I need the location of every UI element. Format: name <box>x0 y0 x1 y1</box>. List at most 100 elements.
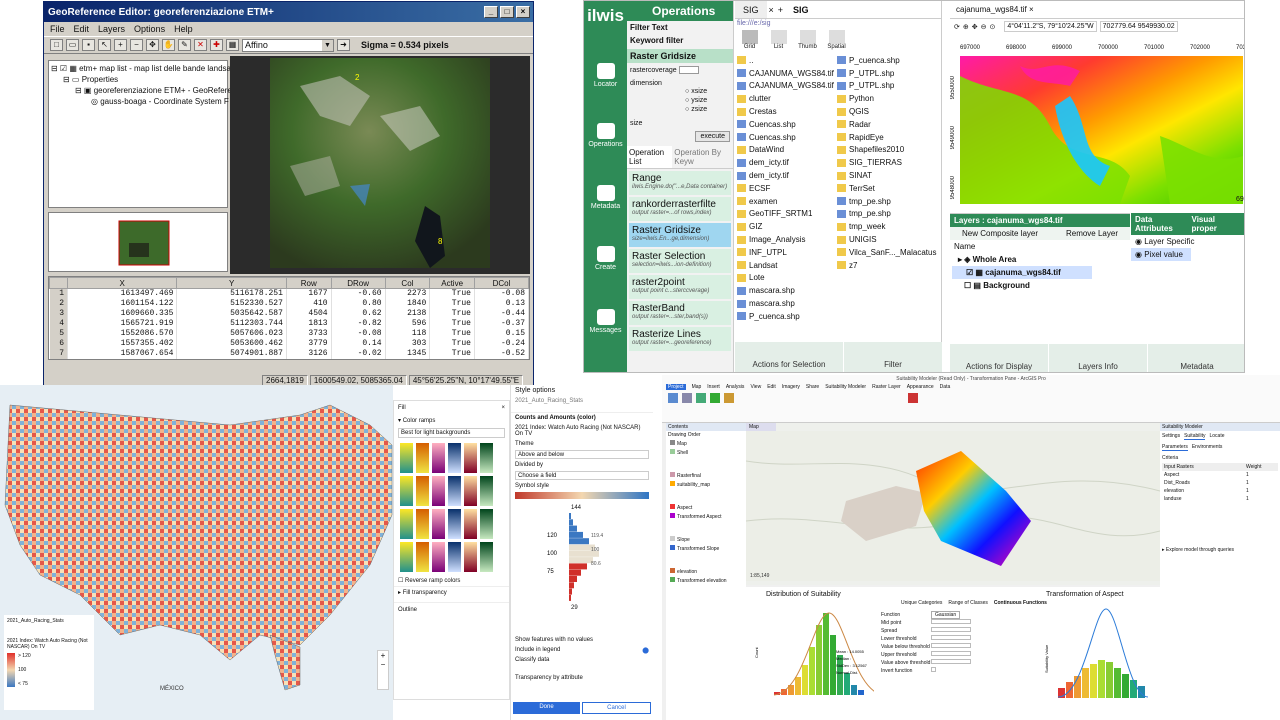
ramp-swatch[interactable] <box>416 542 429 572</box>
zoom-out-icon[interactable]: ⊖ <box>981 23 987 31</box>
histogram-chart[interactable]: 120 100 75 119.4 100 80.6 <box>539 513 619 605</box>
table-icon[interactable]: ▦ <box>226 39 239 51</box>
ramp-swatch[interactable] <box>480 443 493 473</box>
param-input[interactable] <box>931 667 936 672</box>
close-icon[interactable]: × <box>516 6 530 18</box>
zoom-extent-icon[interactable]: ⊙ <box>990 23 996 31</box>
layer-item[interactable]: Transformed elevation <box>666 576 746 585</box>
zoom-out-icon[interactable]: − <box>378 660 388 669</box>
file-item[interactable]: Landsat <box>737 259 837 272</box>
criteria-row[interactable]: Aspect 1 <box>1162 471 1278 479</box>
param-input[interactable] <box>931 627 971 632</box>
file-item[interactable]: P_cuenca.shp <box>837 54 937 67</box>
zoom-in-icon[interactable]: + <box>114 39 127 51</box>
layer-item[interactable]: Slope <box>666 535 746 544</box>
hist-tick[interactable]: 100 <box>547 551 558 557</box>
ramp-swatch[interactable] <box>464 476 477 506</box>
layer-background[interactable]: ☐ ▤ Background <box>950 279 1130 292</box>
ramp-swatch[interactable] <box>416 443 429 473</box>
function-tab[interactable]: Continuous Functions <box>994 599 1047 607</box>
calculate-icon[interactable] <box>724 393 734 403</box>
view-tab-thumb[interactable]: Thumb <box>795 30 820 50</box>
layer-raster[interactable]: ☑ ▦ cajanuma_wgs84.tif <box>952 266 1092 279</box>
file-item[interactable]: RapidEye <box>837 131 937 144</box>
execute-button[interactable]: execute <box>695 131 730 142</box>
delete-point-icon[interactable]: ✕ <box>194 39 207 51</box>
ribbon-tab[interactable]: Imagery <box>782 384 800 390</box>
table-row[interactable]: 1 1613497.469 5116178.251 1677 -0.60 2273 True… <box>49 288 529 299</box>
ramp-swatch[interactable] <box>448 542 461 572</box>
layer-item[interactable]: suitability_map <box>666 480 746 489</box>
file-item[interactable]: Vilca_SanF..._Malacatus <box>837 246 937 259</box>
file-item[interactable]: GIZ <box>737 220 837 233</box>
map-view[interactable]: Map 1:85,149 <box>745 423 1161 585</box>
file-item[interactable]: CAJANUMA_WGS84.tif <box>737 67 837 80</box>
col-header-index[interactable] <box>49 277 68 289</box>
view-tab-list[interactable]: List <box>766 30 791 50</box>
menu-help[interactable]: Help <box>174 24 193 34</box>
ribbon-tab[interactable]: Appearance <box>907 384 934 390</box>
file-item[interactable]: tmp_week <box>837 220 937 233</box>
us-choropleth-map[interactable]: MÉXICO 2021_Auto_Racing_Stats 2021 Index… <box>0 385 393 720</box>
sidebar-item-metadata[interactable]: Metadata <box>584 185 627 210</box>
file-item[interactable]: Radar <box>837 118 937 131</box>
ramp-swatch[interactable] <box>400 476 413 506</box>
operation-item[interactable]: RasterBand output raster=...ster,band(s)) <box>629 301 731 325</box>
sidebar-item-messages[interactable]: Messages <box>584 309 627 334</box>
file-item[interactable]: P_UTPL.shp <box>837 67 937 80</box>
sidebar-item-locator[interactable]: Locator <box>584 63 627 88</box>
tab-operation-list[interactable]: Operation List <box>627 146 673 168</box>
file-item[interactable]: Shapefiles2010 <box>837 144 937 157</box>
transform-select[interactable]: Affino ▼ <box>242 38 334 52</box>
menu-options[interactable]: Options <box>134 24 165 34</box>
view-tab-grid[interactable]: Grid <box>737 30 762 50</box>
add-tab-icon[interactable]: + <box>776 1 785 18</box>
fill-transparency-row[interactable]: ▸ Fill transparency <box>394 586 509 598</box>
file-item[interactable]: clutter <box>737 92 837 105</box>
table-row[interactable]: 3 1609660.335 5035642.587 4504 0.62 2138 True -… <box>49 308 529 319</box>
close-icon[interactable] <box>908 393 918 403</box>
bookmarks-icon[interactable] <box>682 393 692 403</box>
file-item[interactable]: P_cuenca.shp <box>737 310 837 323</box>
operation-item[interactable]: Rasterize Lines output raster=...georefer… <box>629 327 731 351</box>
include-legend-toggle[interactable]: Include in legend ⬤ <box>511 645 653 655</box>
file-item[interactable]: SIG_TIERRAS <box>837 156 937 169</box>
table-row[interactable]: 5 1552086.570 5057606.023 3733 -0.08 118 True 0… <box>49 328 529 339</box>
operation-item[interactable]: Raster Gridsize size=ilwis.En...ge,dimens… <box>629 223 731 247</box>
file-item[interactable]: ECSF <box>737 182 837 195</box>
criteria-row[interactable]: Dist_Roads 1 <box>1162 479 1278 487</box>
tree-item-coordsys[interactable]: ◎ gauss-boaga - Coordinate System F <box>51 96 229 107</box>
ramp-swatch[interactable] <box>432 542 445 572</box>
raster-heatmap[interactable] <box>960 56 1243 204</box>
close-tab-icon[interactable]: × <box>767 1 776 18</box>
save-icon[interactable]: ▪ <box>82 39 95 51</box>
layer-item[interactable]: Transformed Slope <box>666 544 746 553</box>
ramp-swatch[interactable] <box>400 509 413 539</box>
menu-file[interactable]: File <box>50 24 65 34</box>
col-header-x[interactable]: X <box>66 277 178 289</box>
ribbon-tab[interactable]: Edit <box>767 384 776 390</box>
apply-icon[interactable]: ➜ <box>337 39 350 51</box>
hist-tick[interactable]: 75 <box>547 569 554 575</box>
layer-item[interactable]: Shell <box>666 448 746 457</box>
file-item[interactable]: Image_Analysis <box>737 233 837 246</box>
file-item[interactable]: QGIS <box>837 105 937 118</box>
ribbon-tab[interactable]: Data <box>940 384 951 390</box>
attr-pixel-value[interactable]: ◉ Pixel value <box>1131 248 1191 261</box>
open-icon[interactable]: ▭ <box>66 39 79 51</box>
explore-icon[interactable] <box>668 393 678 403</box>
file-item[interactable]: examen <box>737 195 837 208</box>
attr-layer-specific[interactable]: ◉ Layer Specific <box>1131 235 1244 248</box>
file-item[interactable]: Crestas <box>737 105 837 118</box>
layer-item[interactable]: Map <box>666 439 746 448</box>
outline-row[interactable]: Outline <box>394 602 509 617</box>
tree-item-properties[interactable]: ⊟ ▭ Properties <box>51 74 225 85</box>
tab-sig-1[interactable]: SIG <box>735 1 767 18</box>
col-header-y[interactable]: Y <box>176 277 287 289</box>
col-header-row[interactable]: Row <box>285 277 332 289</box>
col-header-col[interactable]: Col <box>384 277 431 289</box>
minimize-icon[interactable]: _ <box>484 6 498 18</box>
param-input[interactable] <box>931 659 971 664</box>
new-icon[interactable]: □ <box>50 39 63 51</box>
show-nodata-toggle[interactable]: Show features with no values <box>511 635 653 645</box>
